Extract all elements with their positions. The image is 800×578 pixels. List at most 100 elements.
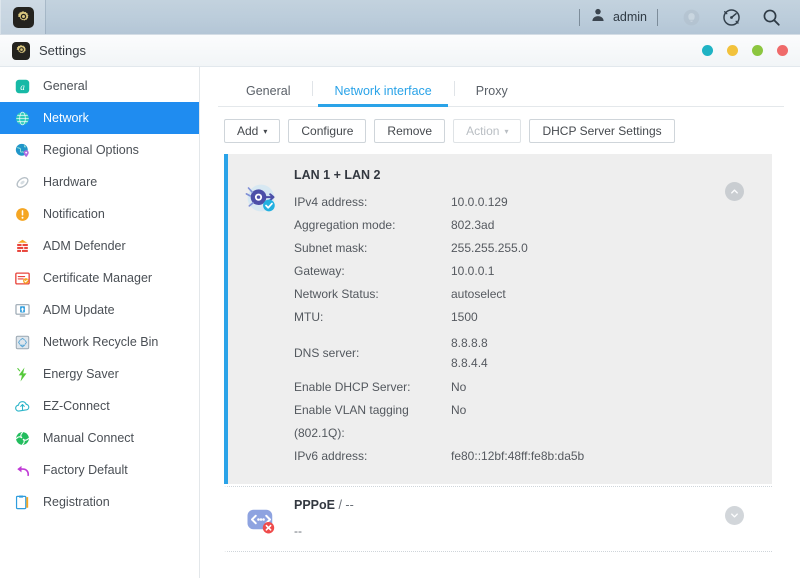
detail-row-gateway: Gateway: 10.0.0.1 xyxy=(294,260,762,283)
collapse-lan-button[interactable] xyxy=(725,182,744,201)
settings-sidebar: a General Network Regional Options Hardw… xyxy=(0,67,200,578)
detail-row-subnet-mask: Subnet mask: 255.255.255.0 xyxy=(294,237,762,260)
detail-value: 10.0.0.1 xyxy=(451,264,495,278)
close-button[interactable] xyxy=(777,45,788,56)
sidebar-item-label: Manual Connect xyxy=(43,431,135,445)
notification-icon xyxy=(13,205,32,224)
activity-monitor-icon[interactable] xyxy=(714,0,748,34)
sidebar-item-adm-defender[interactable]: ADM Defender xyxy=(0,230,199,262)
expand-pppoe-button[interactable] xyxy=(725,506,744,525)
energy-saver-icon xyxy=(13,365,32,384)
interface-details-lan: LAN 1 + LAN 2 IPv4 address: 10.0.0.129 A… xyxy=(294,168,772,468)
detail-row-network-status: Network Status: autoselect xyxy=(294,283,762,306)
hardware-icon xyxy=(13,173,32,192)
sidebar-item-ez-connect[interactable]: EZ-Connect xyxy=(0,390,199,422)
network-icon xyxy=(13,109,32,128)
sidebar-item-network-recycle-bin[interactable]: Network Recycle Bin xyxy=(0,326,199,358)
maximize-button[interactable] xyxy=(752,45,763,56)
dns-secondary: 8.8.4.4 xyxy=(451,356,488,370)
sidebar-item-energy-saver[interactable]: Energy Saver xyxy=(0,358,199,390)
certificate-manager-icon xyxy=(13,269,32,288)
settings-window: Settings a General Network Regional Opti… xyxy=(0,34,800,578)
sidebar-item-label: Notification xyxy=(43,207,105,221)
user-icon xyxy=(590,7,606,28)
factory-default-icon xyxy=(13,461,32,480)
detail-value: No xyxy=(451,403,467,417)
svg-text:a: a xyxy=(20,82,25,92)
registration-icon xyxy=(13,493,32,512)
detail-row-ipv6: IPv6 address: fe80::12bf:48ff:fe8b:da5b xyxy=(294,445,762,468)
sidebar-item-hardware[interactable]: Hardware xyxy=(0,166,199,198)
topbar-separator-2 xyxy=(657,8,658,26)
sidebar-item-label: Hardware xyxy=(43,175,98,189)
detail-value: fe80::12bf:48ff:fe8b:da5b xyxy=(451,449,585,463)
sidebar-item-label: Factory Default xyxy=(43,463,128,477)
detail-label: MTU: xyxy=(294,310,324,324)
topbar-separator xyxy=(578,8,580,26)
sidebar-item-general[interactable]: a General xyxy=(0,70,199,102)
detail-value: 1500 xyxy=(451,310,478,324)
sidebar-item-label: ADM Defender xyxy=(43,239,126,253)
detail-value: autoselect xyxy=(451,287,506,301)
sidebar-item-certificate-manager[interactable]: Certificate Manager xyxy=(0,262,199,294)
tab-network-interface[interactable]: Network interface xyxy=(312,80,453,107)
sidebar-item-label: General xyxy=(43,79,88,93)
detail-label: IPv6 address: xyxy=(294,449,368,463)
user-name-label: admin xyxy=(612,10,647,24)
detail-label: Gateway: xyxy=(294,264,345,278)
interface-card-pppoe[interactable]: PPPoE / -- -- xyxy=(224,486,772,552)
manual-connect-icon xyxy=(13,429,32,448)
detail-row-enable-dhcp-server: Enable DHCP Server: No xyxy=(294,376,762,399)
dhcp-server-settings-button[interactable]: DHCP Server Settings xyxy=(529,119,675,143)
detail-label: Network Status: xyxy=(294,287,379,301)
gear-icon xyxy=(12,6,34,28)
chevron-down-icon: ▾ xyxy=(263,127,268,136)
tab-proxy[interactable]: Proxy xyxy=(453,80,530,107)
sidebar-item-notification[interactable]: Notification xyxy=(0,198,199,230)
sidebar-item-label: Energy Saver xyxy=(43,367,119,381)
window-body: a General Network Regional Options Hardw… xyxy=(0,67,800,578)
interface-status: -- xyxy=(294,524,302,538)
notification-bell-icon[interactable] xyxy=(674,0,708,34)
sidebar-item-label: EZ-Connect xyxy=(43,399,110,413)
detail-value: 8.8.8.8 8.8.4.4 xyxy=(451,333,488,373)
taskbar-settings-app[interactable] xyxy=(1,0,45,34)
search-icon[interactable] xyxy=(754,0,788,34)
configure-button[interactable]: Configure xyxy=(288,119,367,143)
detail-label: Subnet mask: xyxy=(294,241,368,255)
remove-button[interactable]: Remove xyxy=(374,119,446,143)
interface-details-pppoe: PPPoE / -- -- xyxy=(294,498,772,539)
interface-title-text: PPPoE xyxy=(294,498,335,512)
desktop-topbar: admin xyxy=(0,0,800,34)
interface-card-lan[interactable]: LAN 1 + LAN 2 IPv4 address: 10.0.0.129 A… xyxy=(224,154,772,484)
sidebar-item-regional-options[interactable]: Regional Options xyxy=(0,134,199,166)
detail-value: 10.0.0.129 xyxy=(451,195,508,209)
general-icon: a xyxy=(13,77,32,96)
tab-bar: General Network interface Proxy xyxy=(218,67,784,107)
gear-icon xyxy=(12,41,30,60)
sidebar-item-registration[interactable]: Registration xyxy=(0,486,199,518)
action-button: Action ▾ xyxy=(453,119,522,143)
user-menu[interactable]: admin xyxy=(590,7,647,28)
sidebar-item-label: ADM Update xyxy=(43,303,115,317)
window-controls xyxy=(702,45,788,56)
topbar-right-cluster: admin xyxy=(569,0,800,34)
tab-general[interactable]: General xyxy=(224,84,312,107)
action-button-label: Action xyxy=(466,124,500,138)
detail-row-ipv4: IPv4 address: 10.0.0.129 xyxy=(294,191,762,214)
lan-bonded-connected-icon xyxy=(228,168,294,468)
sidebar-item-label: Registration xyxy=(43,495,110,509)
sidebar-item-adm-update[interactable]: ADM Update xyxy=(0,294,199,326)
detail-value: 802.3ad xyxy=(451,218,495,232)
pin-button[interactable] xyxy=(702,45,713,56)
minimize-button[interactable] xyxy=(727,45,738,56)
sidebar-item-manual-connect[interactable]: Manual Connect xyxy=(0,422,199,454)
detail-row-aggregation-mode: Aggregation mode: 802.3ad xyxy=(294,214,762,237)
adm-update-icon xyxy=(13,301,32,320)
network-recycle-bin-icon xyxy=(13,333,32,352)
sidebar-item-network[interactable]: Network xyxy=(0,102,199,134)
sidebar-item-label: Network Recycle Bin xyxy=(43,335,159,349)
sidebar-item-factory-default[interactable]: Factory Default xyxy=(0,454,199,486)
add-button[interactable]: Add ▾ xyxy=(224,119,281,143)
detail-row-enable-vlan-tagging: Enable VLAN tagging (802.1Q): No xyxy=(294,399,762,445)
